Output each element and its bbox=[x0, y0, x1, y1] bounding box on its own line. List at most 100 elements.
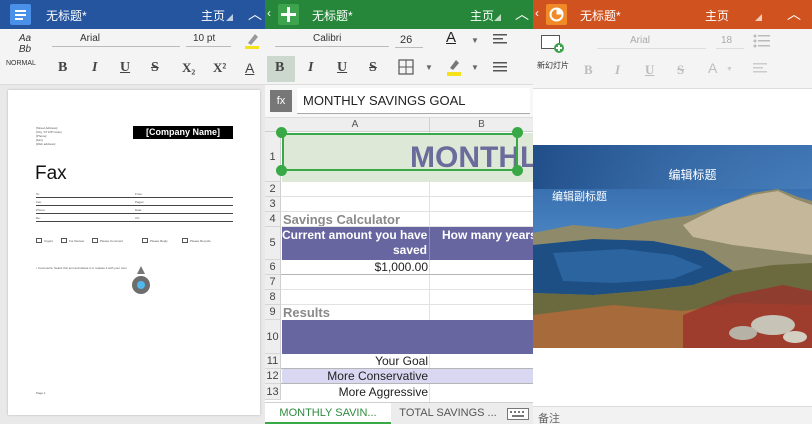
sheet-grid[interactable]: A B 1 MONTHLY 2 3 4 Savings Calculator 5… bbox=[265, 118, 533, 402]
wrap-lines-icon[interactable] bbox=[493, 62, 509, 74]
slide-underline-button[interactable]: U bbox=[645, 62, 654, 78]
sheet-title[interactable]: 无标题* bbox=[312, 7, 353, 24]
how-many-years-header[interactable]: How many years bbox=[430, 228, 533, 243]
slide-collapse-chevron-icon[interactable]: ︿ bbox=[787, 4, 801, 24]
style-name: NORMAL bbox=[6, 60, 36, 67]
doc-font-name[interactable]: Arial bbox=[80, 33, 100, 44]
new-slide-icon[interactable] bbox=[541, 35, 565, 53]
sheet-tab-monthly[interactable]: MONTHLY SAVIN... bbox=[265, 403, 391, 424]
row-header[interactable]: 5 bbox=[265, 227, 281, 260]
slide-canvas[interactable]: 编辑标题 编辑副标题 bbox=[533, 90, 812, 406]
current-amount-header-line2[interactable]: saved bbox=[282, 243, 428, 258]
checkbox-icon[interactable] bbox=[182, 238, 188, 243]
doc-subscript-button[interactable]: X₂ bbox=[182, 60, 195, 76]
checkbox-icon[interactable] bbox=[92, 238, 98, 243]
new-slide-label[interactable]: 新幻灯片 bbox=[537, 60, 569, 71]
font-color-dropdown-icon[interactable]: ▼ bbox=[726, 66, 733, 73]
sheet-font-name[interactable]: Calibri bbox=[313, 33, 341, 44]
presentation-app-icon[interactable] bbox=[546, 4, 567, 25]
sheet-tab-total[interactable]: TOTAL SAVINGS ... bbox=[395, 403, 501, 424]
doc-underline-button[interactable]: U bbox=[120, 60, 130, 76]
slide-strikethrough-button[interactable]: S bbox=[677, 62, 684, 78]
document-app-icon[interactable] bbox=[10, 4, 31, 25]
bullet-list-icon[interactable] bbox=[753, 34, 771, 48]
your-goal-cell[interactable]: Your Goal bbox=[282, 354, 428, 369]
checkbox-icon[interactable] bbox=[36, 238, 42, 243]
slide-bold-button[interactable]: B bbox=[584, 62, 593, 78]
row-header[interactable]: 9 bbox=[265, 305, 281, 320]
checkbox-icon[interactable] bbox=[142, 238, 148, 243]
row-header[interactable]: 13 bbox=[265, 384, 281, 400]
slide-italic-button[interactable]: I bbox=[615, 62, 620, 78]
amount-cell[interactable]: $1,000.00 bbox=[282, 260, 428, 275]
sheet-collapse-chevron-icon[interactable]: ︿ bbox=[515, 4, 529, 24]
fax-heading[interactable]: Fax bbox=[35, 163, 67, 185]
row-header[interactable]: 6 bbox=[265, 260, 281, 275]
doc-page[interactable]: [Street Address] [City, ST ZIP Code] [Ph… bbox=[8, 90, 260, 415]
sheet-font-size[interactable]: 26 bbox=[400, 34, 412, 46]
back-chevron-icon[interactable]: ‹ bbox=[535, 6, 539, 20]
doc-font-color-button[interactable]: A bbox=[245, 60, 254, 76]
doc-home-tab[interactable]: 主页 bbox=[201, 7, 225, 24]
spreadsheet-app-icon[interactable] bbox=[278, 4, 299, 25]
keyboard-icon[interactable] bbox=[507, 408, 529, 420]
row-header[interactable]: 7 bbox=[265, 275, 281, 290]
borders-dropdown-icon[interactable]: ▼ bbox=[425, 63, 433, 72]
doc-font-size[interactable]: 10 pt bbox=[193, 33, 215, 44]
slide-subtitle-placeholder[interactable]: 编辑副标题 bbox=[552, 188, 607, 204]
sheet-underline-button[interactable]: U bbox=[337, 60, 347, 76]
doc-title[interactable]: 无标题* bbox=[46, 7, 87, 24]
doc-italic-button[interactable]: I bbox=[92, 60, 97, 76]
slide-font-color-button[interactable]: A bbox=[708, 60, 717, 76]
column-header-a[interactable]: A bbox=[281, 118, 429, 132]
selection-handle[interactable] bbox=[512, 165, 523, 176]
highlighter-icon[interactable] bbox=[244, 31, 260, 49]
back-chevron-icon[interactable]: ‹ bbox=[267, 6, 271, 20]
more-aggressive-cell[interactable]: More Aggressive bbox=[282, 384, 428, 400]
align-lines-icon[interactable] bbox=[493, 34, 509, 46]
selection-handle[interactable] bbox=[512, 127, 523, 138]
row-header[interactable]: 8 bbox=[265, 290, 281, 305]
doc-strikethrough-button[interactable]: S bbox=[151, 60, 159, 76]
checkbox-icon[interactable] bbox=[61, 238, 67, 243]
sheet-font-color-button[interactable]: A bbox=[446, 29, 456, 46]
font-color-dropdown-icon[interactable]: ▼ bbox=[471, 36, 479, 45]
sheet-italic-button[interactable]: I bbox=[308, 60, 313, 76]
slide-title-placeholder[interactable]: 编辑标题 bbox=[533, 166, 812, 183]
fill-dropdown-icon[interactable]: ▼ bbox=[471, 63, 479, 72]
style-sample[interactable]: Aa Bb bbox=[10, 33, 40, 55]
slide-font-size[interactable]: 18 bbox=[721, 35, 732, 46]
company-name-block[interactable]: [Company Name] bbox=[133, 126, 233, 139]
notes-bar[interactable]: 备注 bbox=[533, 406, 812, 424]
sheet-home-tab[interactable]: 主页 bbox=[470, 7, 494, 24]
fill-color-icon[interactable] bbox=[446, 57, 462, 77]
slide-title[interactable]: 无标题* bbox=[580, 7, 621, 24]
checkbox-label: Please Comment bbox=[100, 239, 124, 243]
sheet-strikethrough-button[interactable]: S bbox=[369, 60, 377, 76]
more-conservative-cell[interactable]: More Conservative bbox=[282, 369, 428, 384]
current-amount-header-line1[interactable]: Current amount you have bbox=[282, 228, 428, 243]
comments-text[interactable]: • Comments: Select this text and delete … bbox=[36, 266, 127, 270]
align-lines-icon[interactable] bbox=[753, 63, 769, 75]
doc-superscript-button[interactable]: X² bbox=[213, 60, 226, 76]
borders-icon[interactable] bbox=[398, 59, 414, 75]
text-cursor-handle-icon[interactable] bbox=[132, 266, 150, 297]
row-header[interactable]: 12 bbox=[265, 369, 281, 384]
row-header[interactable]: 2 bbox=[265, 182, 281, 197]
doc-bold-button[interactable]: B bbox=[58, 60, 67, 76]
fx-button[interactable]: fx bbox=[270, 90, 292, 112]
row-header[interactable]: 10 bbox=[265, 320, 281, 354]
row-header[interactable]: 11 bbox=[265, 354, 281, 369]
formula-input[interactable]: MONTHLY SAVINGS GOAL bbox=[297, 88, 530, 114]
slide-font-name[interactable]: Arial bbox=[630, 35, 650, 46]
slide-home-tab[interactable]: 主页 bbox=[705, 7, 729, 24]
row-header[interactable]: 4 bbox=[265, 212, 281, 227]
selection-handle[interactable] bbox=[276, 127, 287, 138]
row-header[interactable]: 3 bbox=[265, 197, 281, 212]
doc-collapse-chevron-icon[interactable]: ︿ bbox=[248, 4, 262, 24]
sheet-bold-button[interactable]: B bbox=[275, 60, 284, 76]
slide-thumbnail[interactable]: 编辑标题 编辑副标题 bbox=[533, 145, 812, 348]
selection-handle[interactable] bbox=[276, 165, 287, 176]
savings-calculator-label[interactable]: Savings Calculator bbox=[283, 212, 400, 227]
results-label[interactable]: Results bbox=[283, 305, 330, 320]
